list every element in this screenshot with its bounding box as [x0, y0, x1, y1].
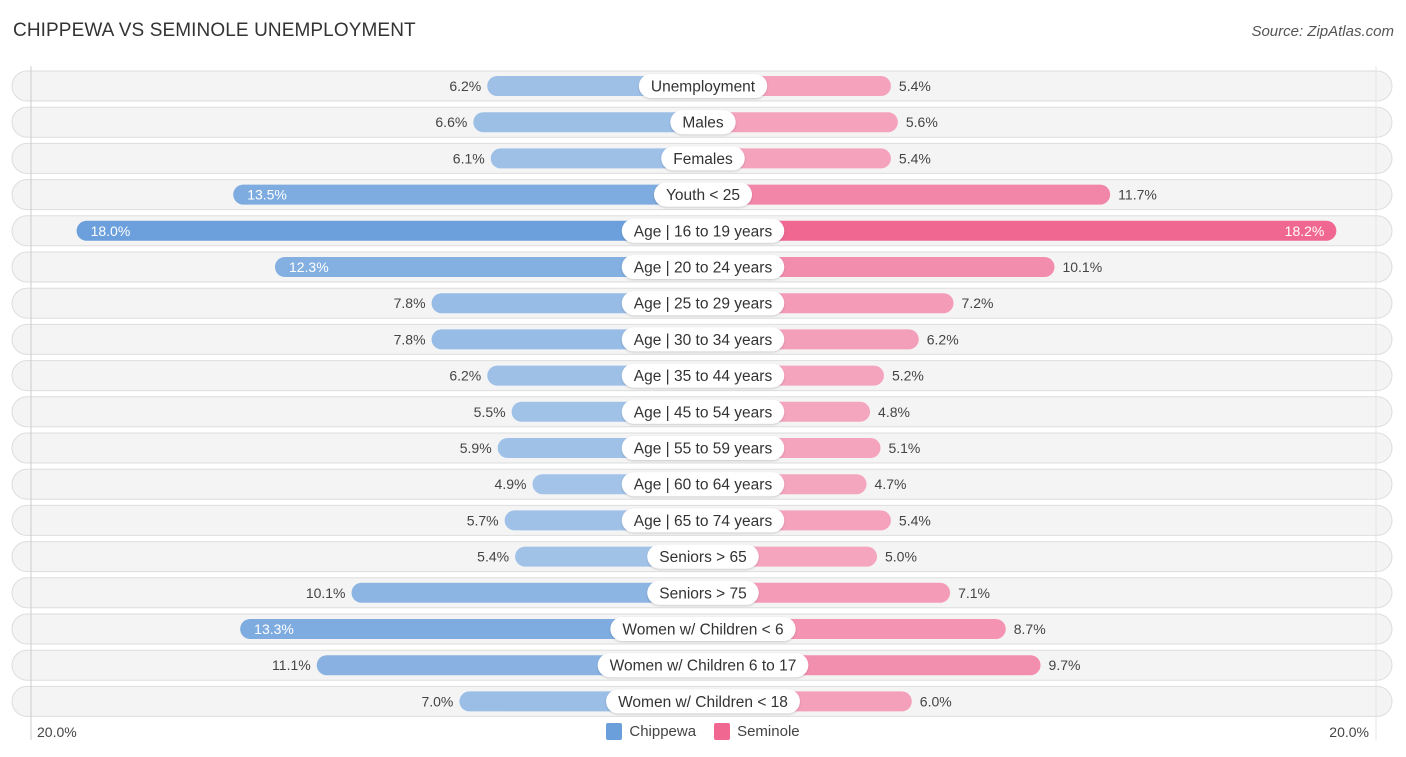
value-label-chippewa: 5.9%	[460, 440, 492, 456]
value-label-chippewa: 18.0%	[91, 223, 131, 239]
value-label-seminole: 10.1%	[1062, 259, 1102, 275]
category-label: Unemployment	[638, 74, 768, 98]
value-label-seminole: 5.0%	[885, 549, 917, 565]
category-label-text: Seniors > 75	[659, 585, 746, 602]
value-label-chippewa: 5.7%	[467, 512, 499, 528]
category-label: Age | 25 to 29 years	[621, 291, 785, 316]
category-label-text: Age | 35 to 44 years	[634, 368, 773, 385]
category-label: Males	[670, 110, 736, 135]
chart-area: 6.2% 5.4% Unemployment 6.6% 5.6% Males 6.1% 5.4…	[11, 66, 1393, 740]
value-label-chippewa: 12.3%	[289, 259, 329, 275]
category-label-text: Age | 20 to 24 years	[634, 260, 773, 277]
value-label-seminole: 5.4%	[899, 150, 931, 166]
bar-seminole	[703, 184, 1111, 205]
category-label-text: Age | 45 to 54 years	[634, 404, 773, 421]
category-label-text: Age | 60 to 64 years	[634, 477, 773, 494]
value-label-chippewa: 13.5%	[247, 187, 287, 203]
value-label-seminole: 5.2%	[892, 368, 924, 384]
bar-chippewa	[473, 112, 703, 133]
legend-item-chippewa[interactable]: Chippewa	[606, 723, 696, 740]
category-label-text: Females	[673, 151, 733, 168]
legend: Chippewa Seminole	[0, 723, 1406, 740]
bar-seminole	[703, 220, 1337, 241]
value-label-seminole: 7.2%	[962, 295, 994, 311]
value-label-chippewa: 4.9%	[495, 476, 527, 492]
category-label: Age | 30 to 34 years	[621, 327, 785, 352]
category-label-text: Youth < 25	[666, 187, 740, 204]
value-label-chippewa: 7.8%	[394, 295, 426, 311]
category-label-text: Women w/ Children < 18	[618, 694, 788, 711]
category-label: Women w/ Children 6 to 17	[597, 653, 809, 678]
category-label: Age | 55 to 59 years	[621, 436, 785, 460]
category-label: Age | 16 to 19 years	[621, 218, 785, 243]
legend-swatch-seminole	[714, 723, 731, 740]
value-label-seminole: 4.8%	[878, 404, 910, 420]
value-label-seminole: 4.7%	[875, 476, 907, 492]
value-label-chippewa: 7.8%	[394, 331, 426, 347]
value-label-chippewa: 6.6%	[435, 114, 467, 130]
value-label-seminole: 6.0%	[920, 693, 952, 709]
category-label: Seniors > 75	[647, 580, 759, 605]
value-label-seminole: 5.6%	[906, 114, 938, 130]
value-label-seminole: 5.1%	[888, 440, 920, 456]
category-label-text: Age | 65 to 74 years	[634, 513, 773, 530]
category-label: Age | 45 to 54 years	[621, 399, 785, 424]
value-label-chippewa: 6.1%	[453, 150, 485, 166]
value-label-seminole: 5.4%	[899, 78, 931, 94]
value-label-chippewa: 10.1%	[306, 585, 346, 601]
category-label-text: Age | 16 to 19 years	[634, 223, 773, 240]
value-label-chippewa: 13.3%	[254, 621, 294, 637]
value-label-chippewa: 6.2%	[449, 368, 481, 384]
category-label-text: Age | 55 to 59 years	[634, 441, 773, 458]
value-label-seminole: 8.7%	[1014, 621, 1046, 637]
legend-label-chippewa: Chippewa	[629, 723, 697, 740]
value-label-seminole: 5.4%	[899, 512, 931, 528]
category-label: Females	[661, 146, 745, 171]
category-label-text: Women w/ Children 6 to 17	[610, 658, 797, 675]
value-label-seminole: 7.1%	[958, 585, 990, 601]
value-label-chippewa: 6.2%	[449, 78, 481, 94]
category-label-text: Women w/ Children < 6	[622, 622, 783, 639]
value-label-chippewa: 5.5%	[474, 404, 506, 420]
legend-item-seminole[interactable]: Seminole	[714, 723, 800, 740]
category-label: Age | 35 to 44 years	[621, 363, 785, 388]
category-label: Women w/ Children < 18	[606, 689, 800, 714]
value-label-seminole: 18.2%	[1285, 223, 1325, 239]
category-label: Women w/ Children < 6	[610, 617, 796, 641]
value-label-chippewa: 5.4%	[477, 549, 509, 565]
legend-label-seminole: Seminole	[737, 723, 800, 740]
category-label-text: Age | 25 to 29 years	[634, 296, 773, 313]
category-label-text: Age | 30 to 34 years	[634, 332, 773, 349]
category-label-text: Unemployment	[651, 79, 756, 96]
value-label-seminole: 11.7%	[1118, 187, 1157, 203]
value-label-chippewa: 11.1%	[272, 657, 311, 673]
legend-swatch-chippewa	[606, 723, 623, 740]
category-label: Seniors > 65	[647, 544, 759, 569]
value-label-seminole: 6.2%	[927, 331, 959, 347]
value-label-chippewa: 7.0%	[421, 693, 453, 709]
bar-chippewa	[76, 220, 704, 241]
category-label: Age | 60 to 64 years	[621, 472, 785, 497]
category-label: Age | 20 to 24 years	[621, 255, 785, 279]
category-label: Youth < 25	[654, 182, 752, 207]
value-label-seminole: 9.7%	[1049, 657, 1081, 673]
category-label: Age | 65 to 74 years	[621, 508, 785, 533]
bar-chippewa	[233, 184, 703, 205]
category-label-text: Males	[682, 115, 724, 132]
category-label-text: Seniors > 65	[659, 549, 746, 566]
